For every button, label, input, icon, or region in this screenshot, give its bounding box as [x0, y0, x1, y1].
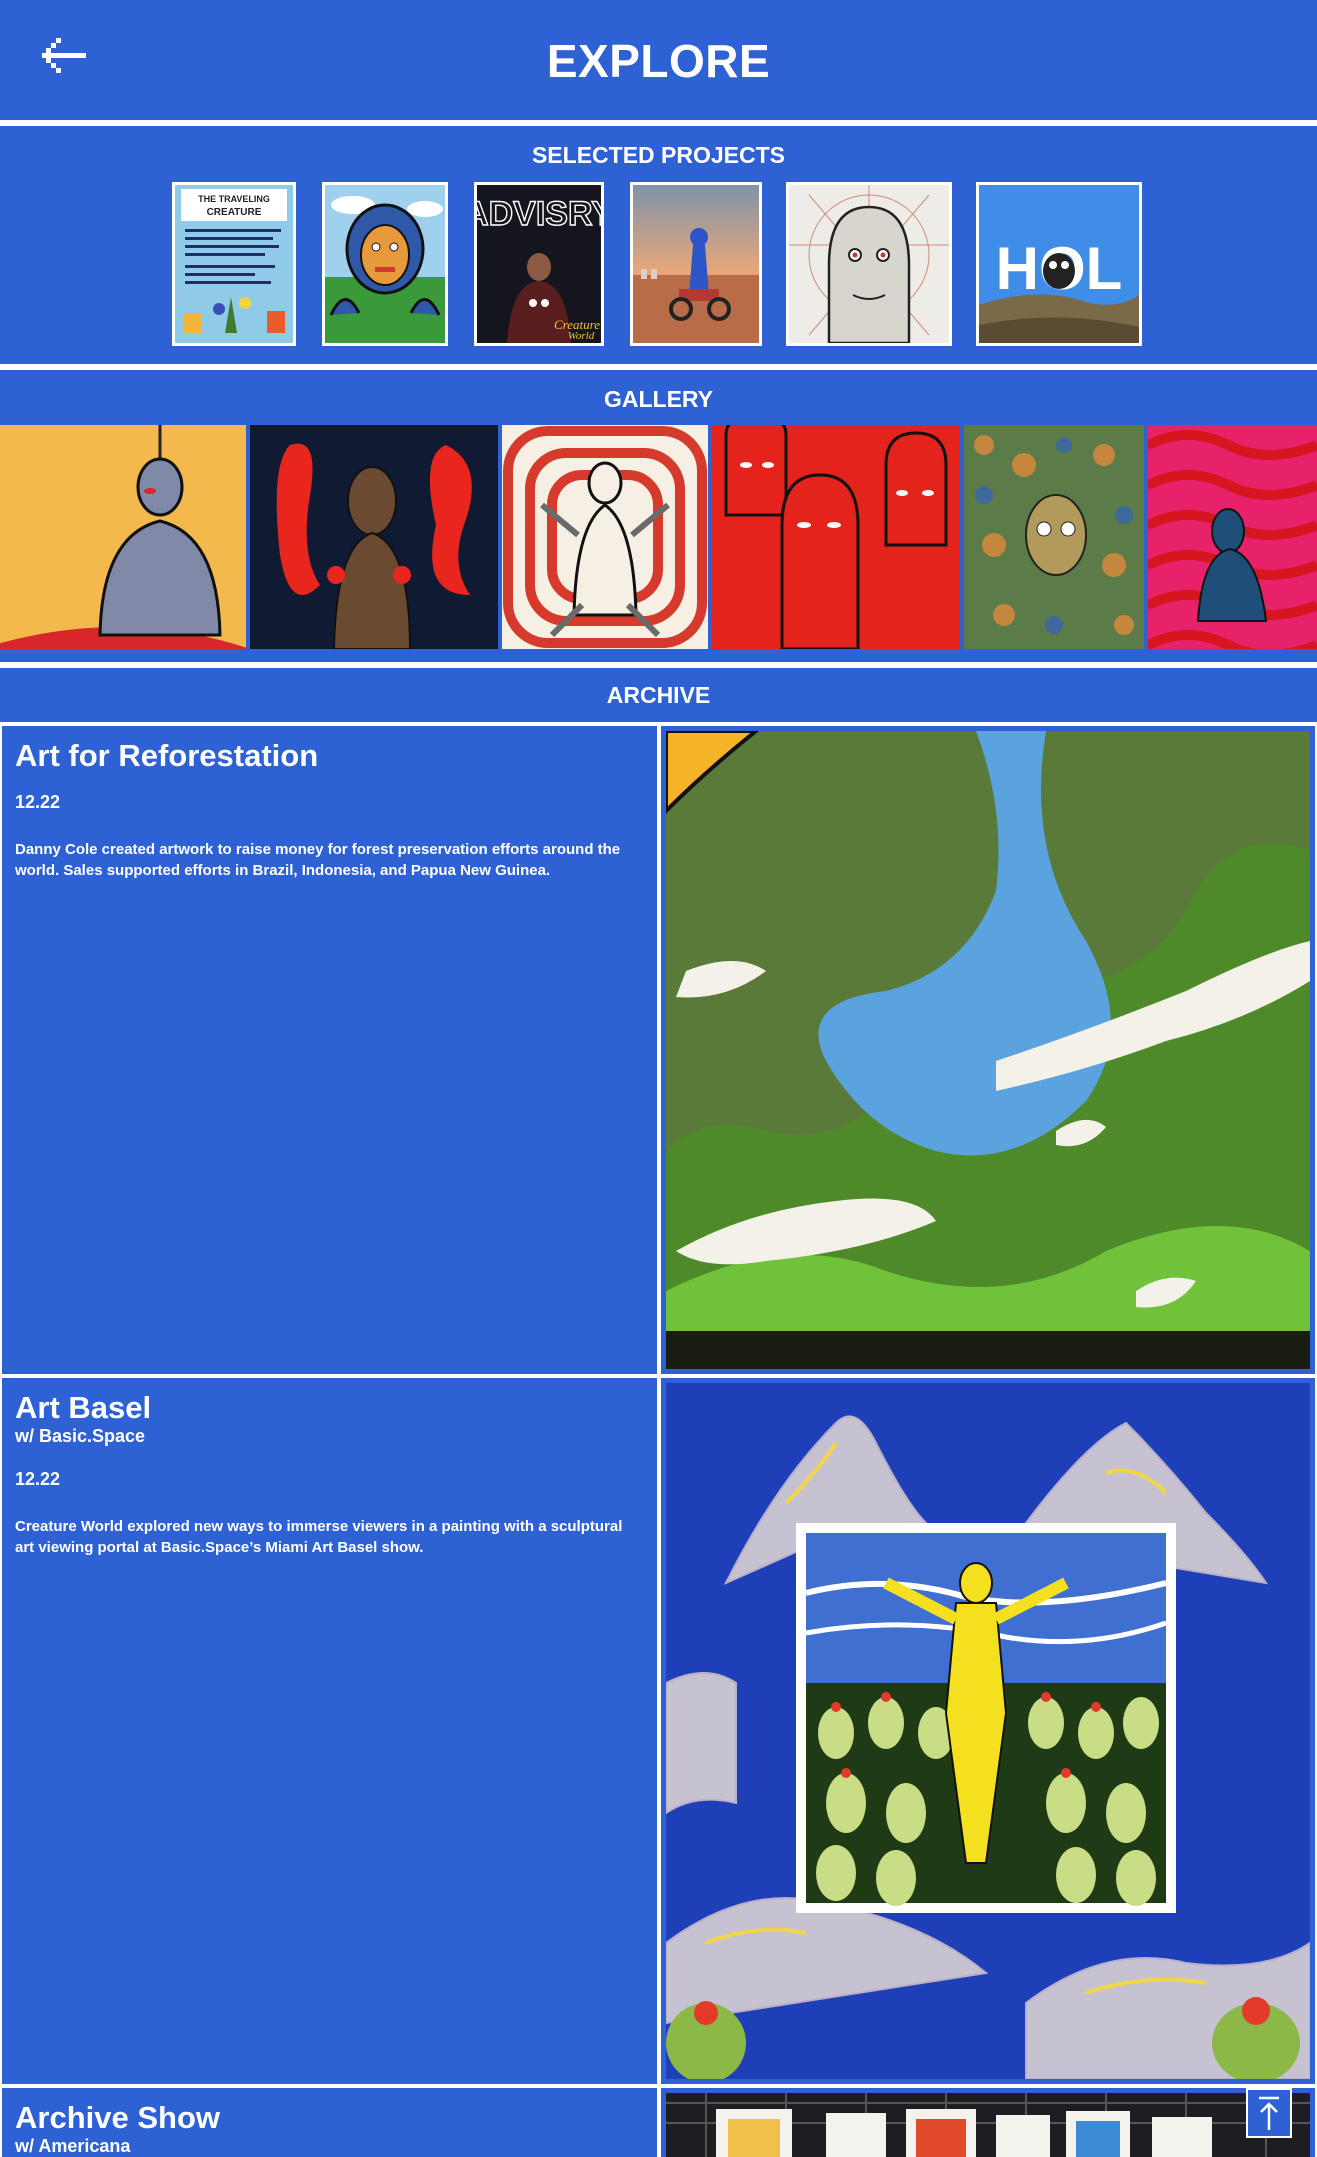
archive-entry-date: 12.22 [15, 1469, 61, 1489]
gallery-item-gray-figure-on-yellow[interactable] [0, 425, 246, 649]
project-thumb-traveling-creature[interactable]: THE TRAVELING CREATURE [172, 182, 296, 346]
svg-text:THE TRAVELING: THE TRAVELING [198, 194, 270, 204]
header-bar: EXPLORE [0, 0, 1317, 120]
archive-entry-date: 12.22 [15, 792, 61, 812]
svg-text:CREATURE: CREATURE [207, 207, 262, 218]
gallery-item-camouflage-figure[interactable] [964, 425, 1144, 649]
gallery-item-brown-figure-red-blobs[interactable] [250, 425, 498, 649]
project-thumb-creature-poster[interactable] [322, 182, 448, 346]
gallery-item-blue-figure-pink-waves[interactable] [1148, 425, 1317, 649]
svg-text:ADVISRY: ADVISRY [477, 195, 601, 233]
gallery-section: GALLERY [0, 370, 1317, 662]
archive-entry-subtitle: w/ Basic.Space [15, 1426, 146, 1446]
archive-entry-archive-show-image[interactable] [661, 2088, 1315, 2157]
archive-entry-reforestation[interactable]: Art for Reforestation 12.22 Danny Cole c… [2, 726, 657, 1374]
selected-projects-title: SELECTED PROJECTS [531, 142, 786, 168]
selected-projects-section: SELECTED PROJECTS THE TRAVELING CREATURE [0, 126, 1317, 364]
gallery-item-white-figure-red-waves[interactable] [502, 425, 708, 649]
archive-entry-archive-show[interactable]: Archive Show w/ Americana [2, 2088, 657, 2157]
svg-text:World: World [568, 330, 595, 342]
archive-entry-reforestation-image[interactable] [661, 726, 1315, 1374]
archive-entry-subtitle: w/ Americana [15, 2136, 131, 2156]
archive-entry-description: Danny Cole created artwork to raise mone… [15, 841, 621, 879]
archive-title: ARCHIVE [606, 682, 711, 708]
scroll-to-top-button[interactable] [1246, 2088, 1292, 2138]
gallery-title: GALLERY [603, 386, 714, 412]
archive-section-header: ARCHIVE [0, 668, 1317, 722]
archive-entry-art-basel[interactable]: Art Basel w/ Basic.Space 12.22 Creature … [2, 1378, 657, 2084]
explore-page: EXPLORE SELECTED PROJECTS THE TRAVELING … [0, 0, 1317, 2157]
archive-entry-title: Archive Show [15, 2100, 220, 2135]
page-title: EXPLORE [546, 35, 771, 87]
arrow-up-to-top-icon [1259, 2096, 1279, 2130]
project-thumb-advisry[interactable]: ADVISRY Creature World [474, 182, 604, 346]
project-thumb-hollywood-sign[interactable]: HOL [976, 182, 1142, 346]
archive-entry-title: Art for Reforestation [15, 738, 319, 773]
archive-entry-description: Creature World explored new ways to imme… [15, 1518, 623, 1556]
project-thumb-desert-rider[interactable] [630, 182, 762, 346]
gallery-item-three-red-figures[interactable] [712, 425, 960, 649]
project-thumb-face-sketch[interactable] [786, 182, 952, 346]
archive-entry-title: Art Basel [15, 1390, 152, 1425]
archive-entry-art-basel-image[interactable] [661, 1378, 1315, 2084]
